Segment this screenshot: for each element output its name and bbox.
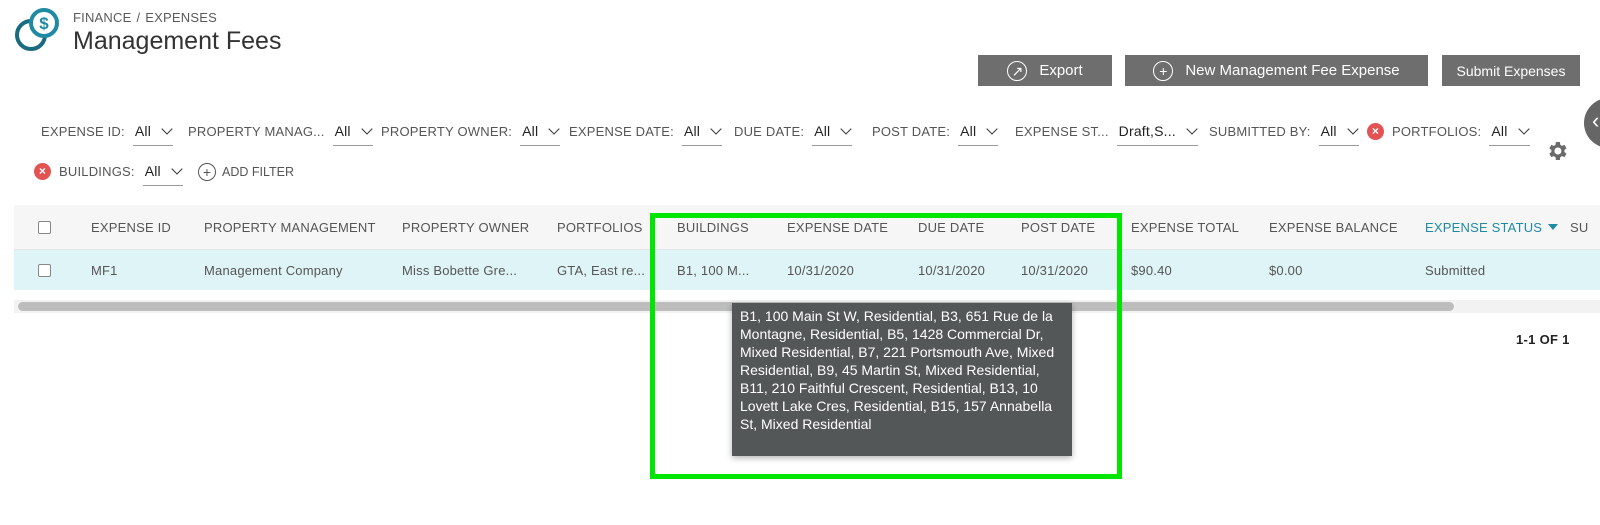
filter-label: PORTFOLIOS: <box>1392 123 1482 139</box>
filter-submitted-by-select[interactable]: All <box>1318 122 1359 146</box>
chevron-down-icon <box>548 122 560 135</box>
chevron-left-icon[interactable] <box>1584 98 1600 148</box>
submit-expenses-label: Submit Expenses <box>1456 62 1566 79</box>
breadcrumb-separator: / <box>136 10 141 25</box>
new-expense-button-label: New Management Fee Expense <box>1185 62 1400 79</box>
col-expense-total[interactable]: EXPENSE TOTAL <box>1131 205 1239 249</box>
filter-label: EXPENSE ST... <box>1015 123 1109 139</box>
row-checkbox-cell <box>38 250 51 290</box>
chevron-down-icon <box>986 122 998 135</box>
filter-value: Draft,S... <box>1118 123 1176 139</box>
filter-label: EXPENSE ID: <box>41 123 125 139</box>
filter-property-management-select[interactable]: All <box>332 122 373 146</box>
breadcrumb: FINANCE / EXPENSES <box>73 10 217 25</box>
add-filter-label: ADD FILTER <box>222 165 294 179</box>
col-submitted[interactable]: SU <box>1570 205 1588 249</box>
filter-value: All <box>522 123 539 139</box>
filter-value: All <box>814 123 831 139</box>
filter-value: All <box>1491 123 1508 139</box>
export-arrow-icon: ↗ <box>1007 60 1028 81</box>
filter-label: PROPERTY MANAG... <box>188 123 325 139</box>
filter-buildings-select[interactable]: All <box>142 162 183 186</box>
filter-value: All <box>134 123 152 139</box>
filter-submitted-by: SUBMITTED BY: All <box>1209 116 1359 146</box>
filter-post-date-select[interactable]: All <box>958 122 999 146</box>
filter-expense-id-select[interactable]: All <box>132 122 174 146</box>
chevron-down-icon <box>1186 122 1198 135</box>
filter-property-owner-select[interactable]: All <box>520 122 561 146</box>
select-all-checkbox-cell <box>38 205 51 249</box>
cell-expense-total: $90.40 <box>1131 262 1172 278</box>
row-checkbox[interactable] <box>38 263 51 277</box>
filter-value: All <box>334 123 351 139</box>
filter-expense-date-select[interactable]: All <box>681 122 723 146</box>
col-expense-status-label: EXPENSE STATUS <box>1425 219 1543 235</box>
filter-property-management: PROPERTY MANAG... All <box>188 116 373 146</box>
col-expense-balance[interactable]: EXPENSE BALANCE <box>1269 205 1398 249</box>
filter-label: PROPERTY OWNER: <box>381 123 513 139</box>
filter-label: DUE DATE: <box>734 123 805 139</box>
filter-expense-status: EXPENSE ST... Draft,S... <box>1015 116 1198 146</box>
filter-value: All <box>960 123 977 139</box>
select-all-checkbox[interactable] <box>38 220 51 234</box>
filter-value: All <box>683 123 701 139</box>
filter-portfolios: × PORTFOLIOS: All <box>1367 116 1530 146</box>
filter-label: EXPENSE DATE: <box>569 123 674 139</box>
cell-expense-balance: $0.00 <box>1269 262 1303 278</box>
filter-expense-status-select[interactable]: Draft,S... <box>1116 122 1198 146</box>
page-title: Management Fees <box>73 27 282 55</box>
dollar-coins-icon[interactable]: $ <box>14 8 60 52</box>
cell-property-management: Management Company <box>204 262 343 278</box>
cell-portfolios: GTA, East re... <box>557 262 646 278</box>
chevron-down-icon <box>161 122 173 135</box>
remove-filter-icon[interactable]: × <box>1367 122 1384 140</box>
col-property-management[interactable]: PROPERTY MANAGEMENT <box>204 205 376 249</box>
cell-expense-id[interactable]: MF1 <box>91 250 118 290</box>
filter-label: BUILDINGS: <box>59 163 135 179</box>
sort-desc-icon <box>1548 224 1559 230</box>
add-circle-icon: + <box>198 163 216 181</box>
filter-label: POST DATE: <box>872 123 951 139</box>
filter-label: SUBMITTED BY: <box>1209 123 1311 139</box>
filter-due-date-select[interactable]: All <box>812 122 853 146</box>
plus-circle-icon: + <box>1153 60 1174 81</box>
filter-portfolios-select[interactable]: All <box>1489 122 1530 146</box>
pagination-count: 1-1 OF 1 <box>1516 332 1570 347</box>
breadcrumb-finance[interactable]: FINANCE <box>73 10 131 25</box>
chevron-down-icon <box>171 162 183 175</box>
filter-due-date: DUE DATE: All <box>734 116 853 146</box>
col-expense-id[interactable]: EXPENSE ID <box>91 205 171 249</box>
add-filter-button[interactable]: + ADD FILTER <box>198 163 294 181</box>
gear-icon[interactable] <box>1545 139 1569 163</box>
chevron-down-icon <box>840 122 853 135</box>
export-button-label: Export <box>1039 62 1083 79</box>
chevron-down-icon <box>1347 122 1359 135</box>
filter-expense-date: EXPENSE DATE: All <box>569 116 723 146</box>
annotation-highlight-box <box>650 213 1122 479</box>
chevron-down-icon <box>1517 122 1530 135</box>
col-portfolios[interactable]: PORTFOLIOS <box>557 205 643 249</box>
filter-buildings: × BUILDINGS: All <box>34 156 183 186</box>
remove-filter-icon[interactable]: × <box>34 162 51 180</box>
col-property-owner[interactable]: PROPERTY OWNER <box>402 205 529 249</box>
cell-property-owner: Miss Bobette Gre... <box>402 262 518 278</box>
submit-expenses-button[interactable]: Submit Expenses <box>1442 55 1580 86</box>
svg-text:$: $ <box>39 14 49 33</box>
filter-value: All <box>1320 123 1337 139</box>
col-expense-status[interactable]: EXPENSE STATUS <box>1425 205 1559 249</box>
filter-value: All <box>144 163 161 179</box>
breadcrumb-expenses[interactable]: EXPENSES <box>145 10 217 25</box>
filter-expense-id: EXPENSE ID: All <box>41 116 174 146</box>
filter-post-date: POST DATE: All <box>872 116 999 146</box>
new-management-fee-expense-button[interactable]: + New Management Fee Expense <box>1125 55 1428 86</box>
export-button[interactable]: ↗ Export <box>978 55 1112 86</box>
chevron-down-icon <box>710 122 722 135</box>
cell-expense-status: Submitted <box>1425 262 1486 278</box>
chevron-down-icon <box>361 122 373 135</box>
filter-property-owner: PROPERTY OWNER: All <box>381 116 561 146</box>
